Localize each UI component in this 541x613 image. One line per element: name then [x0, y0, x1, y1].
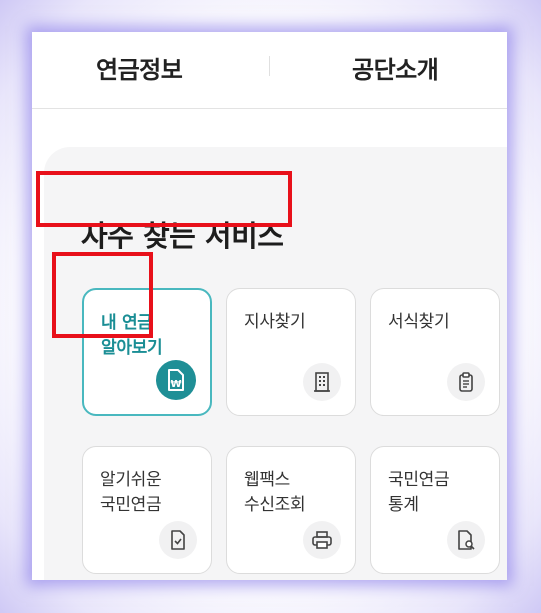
service-card-pension-stats[interactable]: 국민연금 통계: [370, 446, 500, 574]
svg-text:₩: ₩: [170, 379, 181, 390]
document-check-icon: [159, 521, 197, 559]
service-card-label: 지사찾기: [244, 312, 306, 332]
service-card-label: 국민연금 통계: [388, 470, 450, 515]
printer-icon: [303, 521, 341, 559]
won-document-icon: ₩: [156, 360, 196, 400]
top-navigation: 연금정보 공단소개: [32, 32, 507, 109]
highlight-box-my-pension-card: [52, 252, 153, 338]
nav-item-pension-info[interactable]: 연금정보: [96, 50, 183, 85]
service-card-label: 서식찾기: [388, 312, 450, 332]
clipboard-icon: [447, 363, 485, 401]
service-card-label: 알기쉬운 국민연금: [100, 470, 162, 515]
service-card-easy-pension[interactable]: 알기쉬운 국민연금: [82, 446, 212, 574]
nav-divider: [269, 56, 270, 76]
service-card-webfax[interactable]: 웹팩스 수신조회: [226, 446, 356, 574]
service-card-find-form[interactable]: 서식찾기: [370, 288, 500, 416]
service-card-label: 웹팩스 수신조회: [244, 470, 306, 515]
service-card-find-branch[interactable]: 지사찾기: [226, 288, 356, 416]
building-icon: [303, 363, 341, 401]
nav-item-about-agency[interactable]: 공단소개: [352, 50, 439, 85]
document-search-icon: [447, 521, 485, 559]
highlight-box-section-title: [36, 171, 292, 227]
